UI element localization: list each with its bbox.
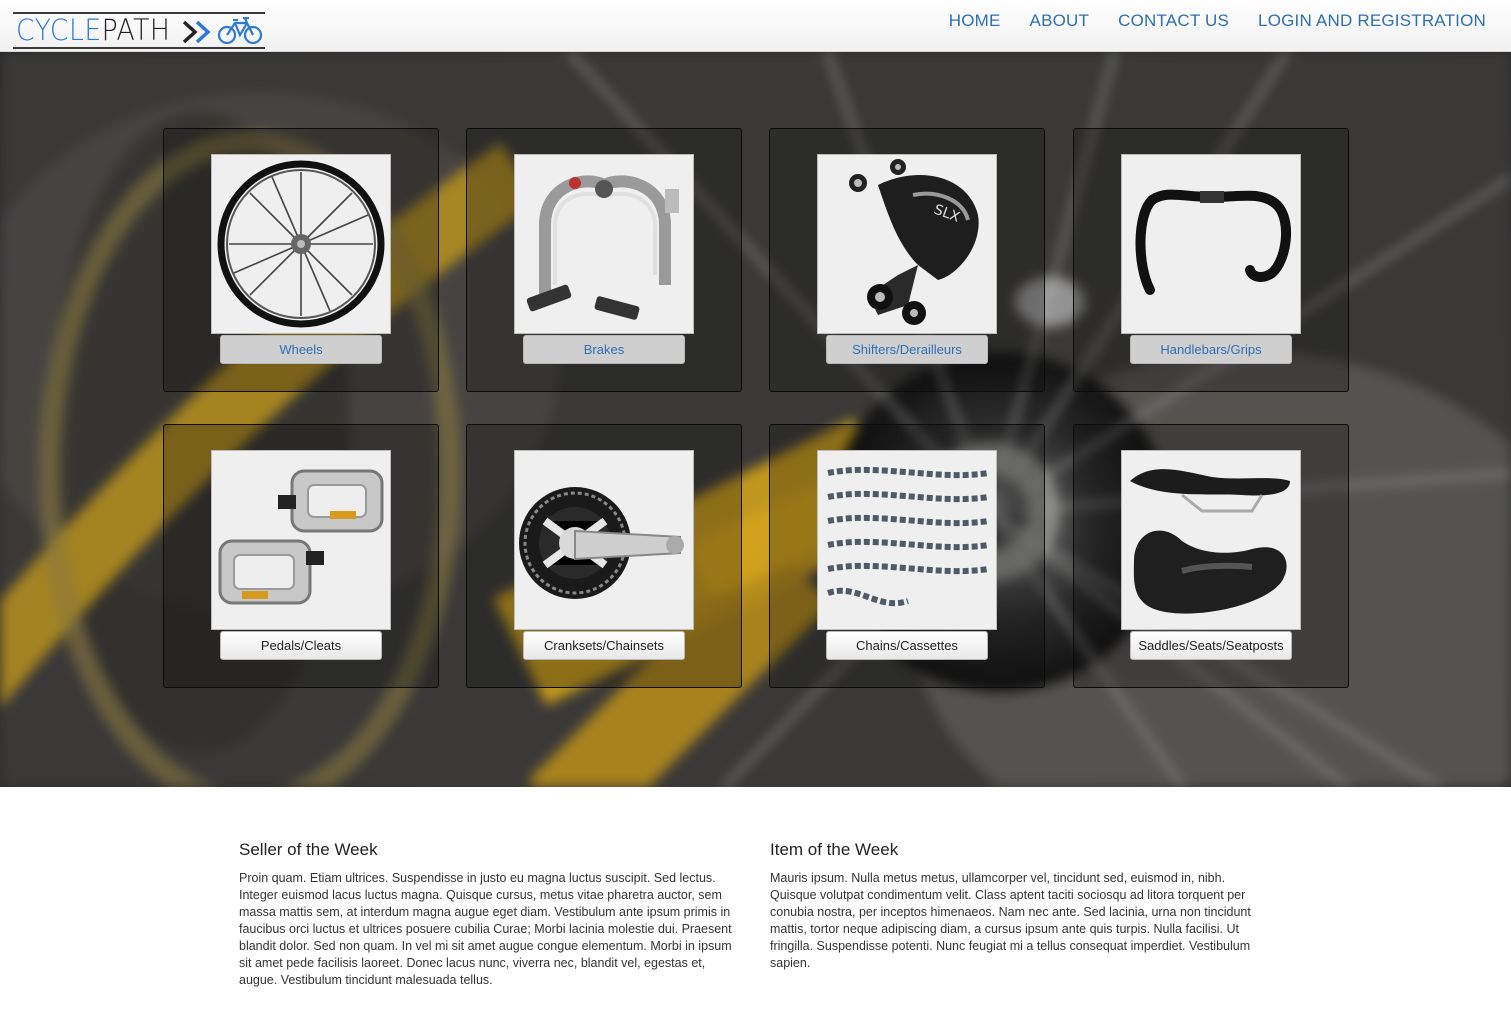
- cranksets-image[interactable]: [514, 450, 694, 630]
- bicycle-icon: [217, 17, 263, 45]
- chains-image[interactable]: [817, 450, 997, 630]
- main-nav: HOME ABOUT CONTACT US LOGIN AND REGISTRA…: [920, 10, 1486, 32]
- category-tile-wheels: Wheels: [163, 128, 439, 392]
- shifters-image[interactable]: SLX: [817, 154, 997, 334]
- seller-body: Proin quam. Etiam ultrices. Suspendisse …: [239, 871, 732, 987]
- category-button-saddles[interactable]: Saddles/Seats/Seatposts: [1130, 631, 1292, 660]
- item-body: Mauris ipsum. Nulla metus metus, ullamco…: [770, 871, 1251, 970]
- crankset-icon: [519, 487, 684, 599]
- category-button-shifters[interactable]: Shifters/Derailleurs: [826, 335, 988, 364]
- logo-text-part1: CYCLE: [16, 13, 102, 47]
- pedal-icon: [218, 469, 384, 605]
- category-tile-pedals: Pedals/Cleats: [163, 424, 439, 688]
- nav-home[interactable]: HOME: [949, 10, 1001, 32]
- category-button-cranksets[interactable]: Cranksets/Chainsets: [523, 631, 685, 660]
- saddles-image[interactable]: [1121, 450, 1301, 630]
- category-tile-chains: Chains/Cassettes: [769, 424, 1045, 688]
- category-tile-saddles: Saddles/Seats/Seatposts: [1073, 424, 1349, 688]
- wheel-icon: [217, 160, 385, 328]
- double-chevron-icon: [182, 20, 211, 44]
- category-button-pedals[interactable]: Pedals/Cleats: [220, 631, 382, 660]
- seller-of-the-week-section: Seller of the Week Proin quam. Etiam ult…: [239, 840, 744, 989]
- saddle-icon: [1130, 469, 1290, 614]
- item-of-the-week-section: Item of the Week Mauris ipsum. Nulla met…: [770, 840, 1265, 972]
- category-button-brakes[interactable]: Brakes: [523, 335, 685, 364]
- site-header: CYCLEPATH HOME ABOUT CONTACT US LOGIN AN…: [0, 0, 1511, 52]
- brakes-image[interactable]: [514, 154, 694, 334]
- wheels-image[interactable]: [211, 154, 391, 334]
- category-tile-shifters: SLX Shifters/Derailleurs: [769, 128, 1045, 392]
- brake-icon: [526, 175, 679, 320]
- logo-text: CYCLEPATH: [16, 16, 170, 45]
- category-button-wheels[interactable]: Wheels: [220, 335, 382, 364]
- category-tile-cranksets: Cranksets/Chainsets: [466, 424, 742, 688]
- item-title: Item of the Week: [770, 840, 899, 859]
- seller-title: Seller of the Week: [239, 840, 378, 859]
- chain-icon: [827, 466, 989, 607]
- hero-section: Wheels Brakes SLX Shifters/Derailleurs H…: [0, 52, 1511, 787]
- derailleur-icon: SLX: [849, 159, 979, 325]
- nav-contact-us[interactable]: CONTACT US: [1118, 10, 1229, 32]
- logo[interactable]: CYCLEPATH: [13, 12, 265, 49]
- category-button-handlebars[interactable]: Handlebars/Grips: [1130, 335, 1292, 364]
- handlebar-icon: [1135, 189, 1292, 295]
- category-tile-handlebars: Handlebars/Grips: [1073, 128, 1349, 392]
- category-tile-brakes: Brakes: [466, 128, 742, 392]
- logo-text-part2: PATH: [101, 13, 171, 47]
- nav-login-registration[interactable]: LOGIN AND REGISTRATION: [1258, 10, 1486, 32]
- nav-about[interactable]: ABOUT: [1030, 10, 1090, 32]
- handlebars-image[interactable]: [1121, 154, 1301, 334]
- pedals-image[interactable]: [211, 450, 391, 630]
- category-button-chains[interactable]: Chains/Cassettes: [826, 631, 988, 660]
